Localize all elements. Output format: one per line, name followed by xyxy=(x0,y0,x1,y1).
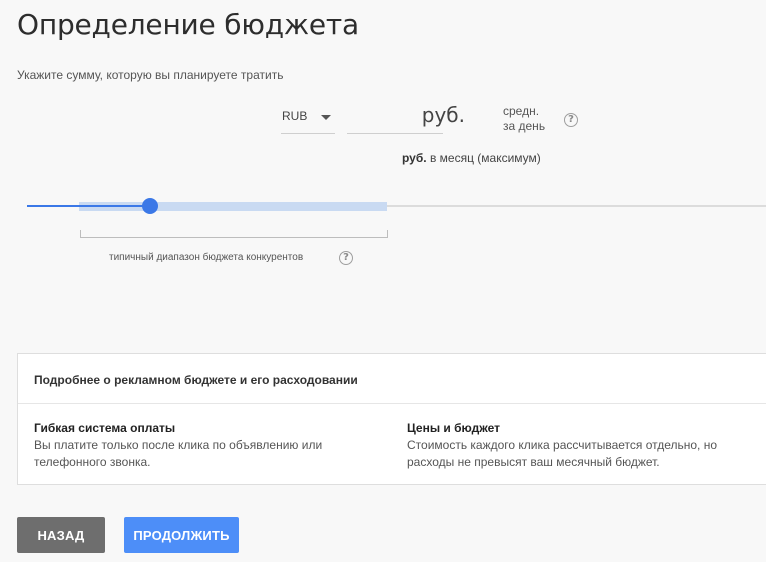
competitor-range-bracket xyxy=(80,230,388,238)
caret-down-icon xyxy=(321,115,331,120)
monthly-unit: руб. xyxy=(402,151,427,165)
per-day-label: средн. за день xyxy=(503,104,545,134)
page-subtitle: Укажите сумму, которую вы планируете тра… xyxy=(17,68,284,82)
monthly-text: в месяц (максимум) xyxy=(429,151,541,165)
daily-budget-input[interactable] xyxy=(347,104,417,132)
per-day-line-2: за день xyxy=(503,119,546,133)
card-header: Подробнее о рекламном бюджете и его расх… xyxy=(18,354,766,404)
page-title: Определение бюджета xyxy=(17,8,360,41)
info-text: Вы платите только после клика по объявле… xyxy=(34,438,323,469)
budget-slider-fill xyxy=(27,205,150,207)
info-heading: Цены и бюджет xyxy=(407,421,500,435)
info-column-pricing: Цены и бюджет Стоимость каждого клика ра… xyxy=(407,420,757,471)
info-text: Стоимость каждого клика рассчитывается о… xyxy=(407,438,718,469)
help-icon[interactable]: ? xyxy=(564,113,578,127)
continue-button[interactable]: ПРОДОЛЖИТЬ xyxy=(124,517,239,553)
info-heading: Гибкая система оплаты xyxy=(34,421,176,435)
per-day-line-1: средн. xyxy=(503,104,540,118)
competitor-range-label: типичный диапазон бюджета конкурентов xyxy=(109,252,304,263)
back-button[interactable]: НАЗАД xyxy=(17,517,105,553)
budget-page: Определение бюджета Укажите сумму, котор… xyxy=(0,0,766,562)
amount-field[interactable]: руб. xyxy=(347,103,465,134)
card-title: Подробнее о рекламном бюджете и его расх… xyxy=(34,373,358,387)
currency-select[interactable]: RUB xyxy=(281,104,335,134)
budget-slider-handle[interactable] xyxy=(142,198,158,214)
budget-info-card: Подробнее о рекламном бюджете и его расх… xyxy=(17,353,766,485)
help-icon[interactable]: ? xyxy=(339,251,353,265)
currency-label: RUB xyxy=(282,109,308,123)
monthly-budget-label: руб. в месяц (максимум) xyxy=(402,151,541,165)
info-column-payment: Гибкая система оплаты Вы платите только … xyxy=(34,420,384,471)
amount-unit: руб. xyxy=(421,103,465,127)
